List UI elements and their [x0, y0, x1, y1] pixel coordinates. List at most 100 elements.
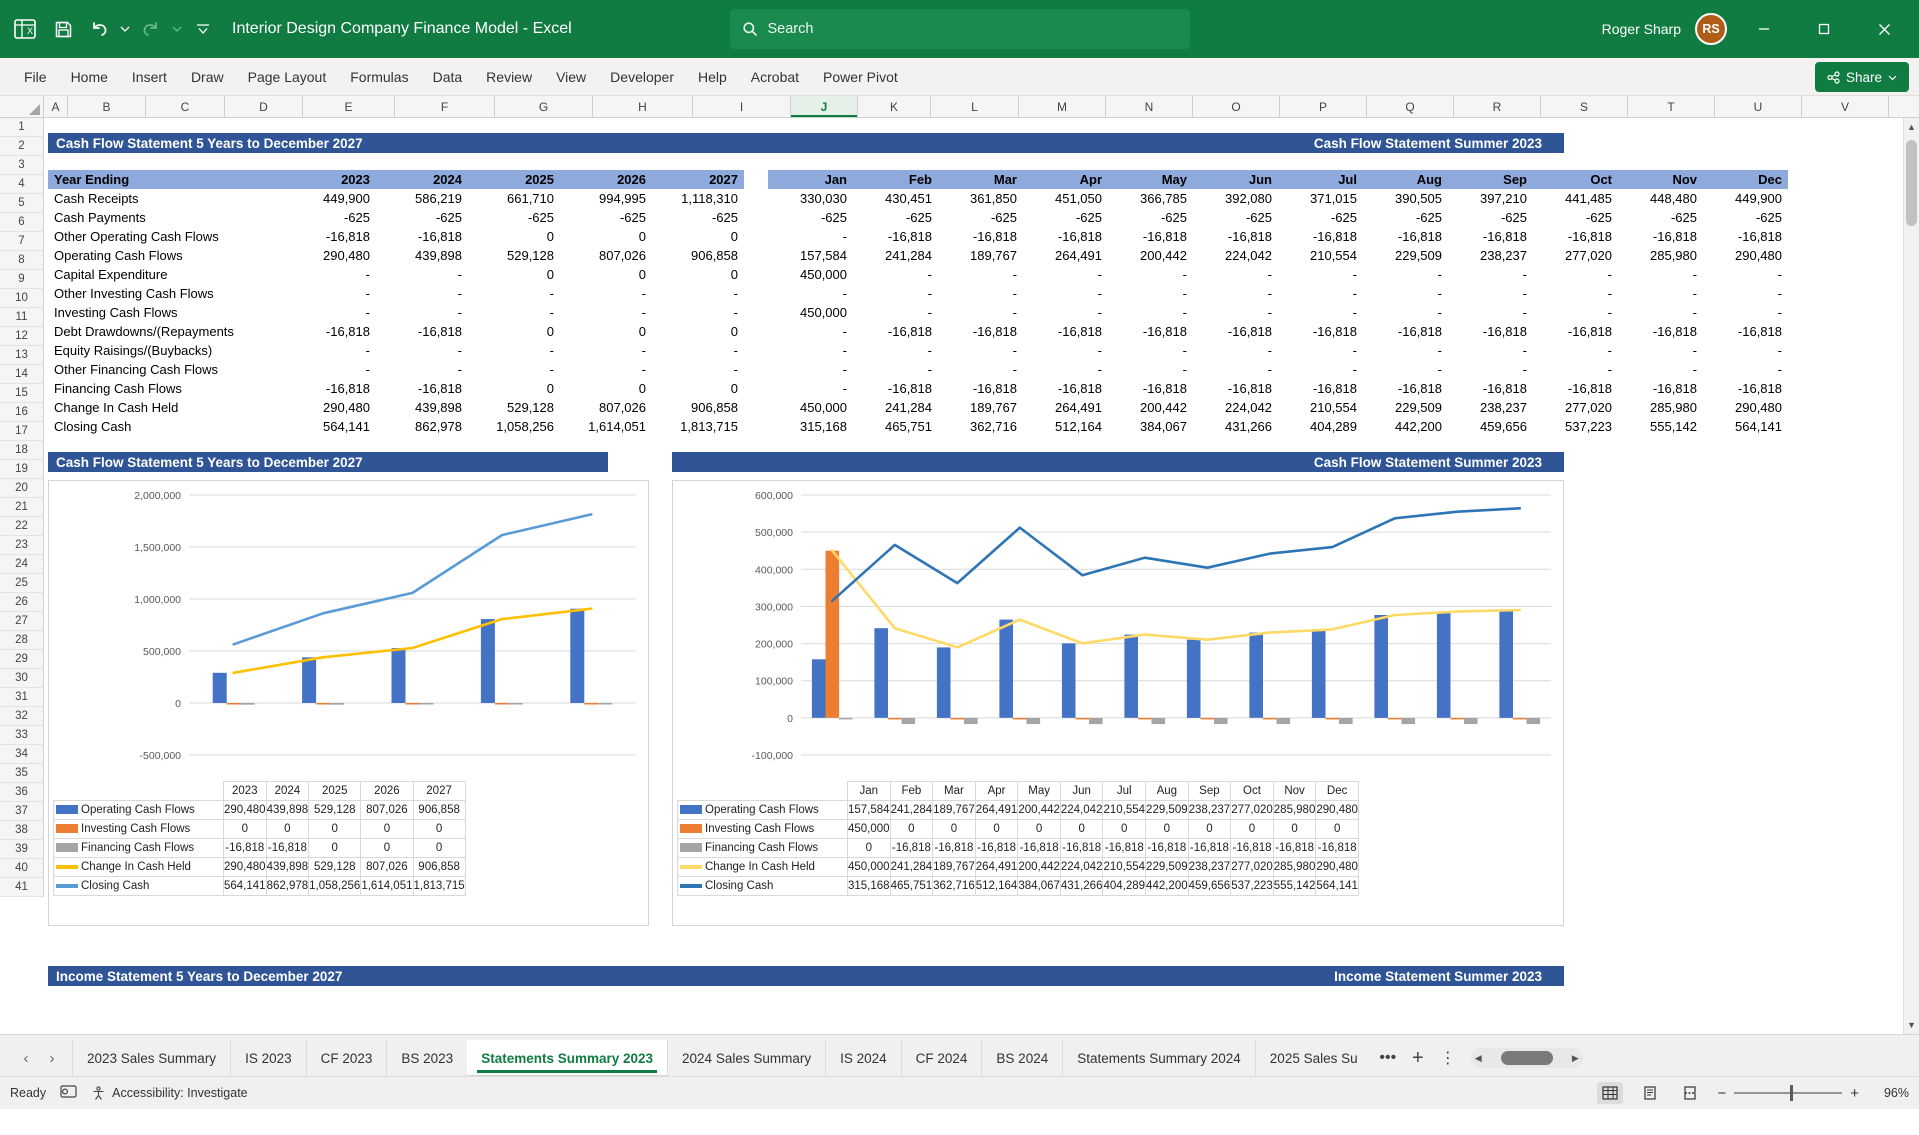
- zoom-percentage[interactable]: 96%: [1873, 1086, 1909, 1100]
- row-header-10[interactable]: 10: [0, 289, 43, 308]
- column-header-b[interactable]: B: [68, 96, 146, 117]
- record-macro-icon[interactable]: [60, 1084, 77, 1102]
- row-header-38[interactable]: 38: [0, 821, 43, 840]
- minimize-button[interactable]: [1741, 9, 1787, 49]
- row-header-1[interactable]: 1: [0, 118, 43, 137]
- save-icon[interactable]: [46, 12, 80, 46]
- column-header-n[interactable]: N: [1106, 96, 1193, 117]
- ribbon-tab-help[interactable]: Help: [686, 64, 739, 90]
- ribbon-tab-power-pivot[interactable]: Power Pivot: [811, 64, 910, 90]
- restore-button[interactable]: [1801, 9, 1847, 49]
- ribbon-tab-home[interactable]: Home: [59, 64, 120, 90]
- column-header-u[interactable]: U: [1715, 96, 1802, 117]
- sheet-tab-statements-summary-2023[interactable]: Statements Summary 2023: [467, 1040, 667, 1076]
- next-sheet-arrow[interactable]: ›: [40, 1046, 64, 1070]
- vertical-scroll-thumb[interactable]: [1906, 140, 1917, 226]
- column-header-c[interactable]: C: [146, 96, 225, 117]
- row-header-8[interactable]: 8: [0, 251, 43, 270]
- ribbon-tab-view[interactable]: View: [544, 64, 598, 90]
- row-header-22[interactable]: 22: [0, 517, 43, 536]
- row-header-15[interactable]: 15: [0, 384, 43, 403]
- ribbon-tab-insert[interactable]: Insert: [120, 64, 179, 90]
- column-header-g[interactable]: G: [495, 96, 593, 117]
- row-header-31[interactable]: 31: [0, 688, 43, 707]
- more-sheets-button[interactable]: •••: [1375, 1045, 1401, 1071]
- row-header-26[interactable]: 26: [0, 593, 43, 612]
- normal-view-button[interactable]: [1597, 1082, 1623, 1104]
- column-header-i[interactable]: I: [693, 96, 791, 117]
- sheet-tab-statements-summary-2024[interactable]: Statements Summary 2024: [1062, 1040, 1255, 1076]
- row-header-30[interactable]: 30: [0, 669, 43, 688]
- row-header-28[interactable]: 28: [0, 631, 43, 650]
- row-header-27[interactable]: 27: [0, 612, 43, 631]
- row-header-14[interactable]: 14: [0, 365, 43, 384]
- row-header-40[interactable]: 40: [0, 859, 43, 878]
- row-header-19[interactable]: 19: [0, 460, 43, 479]
- row-header-5[interactable]: 5: [0, 194, 43, 213]
- column-header-j[interactable]: J: [791, 96, 858, 117]
- ribbon-tab-formulas[interactable]: Formulas: [338, 64, 420, 90]
- horizontal-scrollbar[interactable]: ◀ ▶: [1471, 1048, 1583, 1068]
- row-header-16[interactable]: 16: [0, 403, 43, 422]
- column-header-a[interactable]: A: [44, 96, 68, 117]
- accessibility-status[interactable]: Accessibility: Investigate: [91, 1086, 247, 1101]
- sheet-tab-bs-2023[interactable]: BS 2023: [386, 1040, 467, 1076]
- chart-cashflow-5years[interactable]: -500,0000500,0001,000,0001,500,0002,000,…: [48, 480, 649, 926]
- column-header-o[interactable]: O: [1193, 96, 1280, 117]
- undo-icon[interactable]: [82, 12, 116, 46]
- row-header-9[interactable]: 9: [0, 270, 43, 289]
- row-header-25[interactable]: 25: [0, 574, 43, 593]
- hscroll-right-arrow[interactable]: ▶: [1572, 1053, 1579, 1064]
- column-header-e[interactable]: E: [303, 96, 395, 117]
- zoom-slider[interactable]: − +: [1717, 1085, 1859, 1102]
- row-header-24[interactable]: 24: [0, 555, 43, 574]
- row-header-21[interactable]: 21: [0, 498, 43, 517]
- row-header-36[interactable]: 36: [0, 783, 43, 802]
- scroll-up-arrow[interactable]: ▲: [1904, 118, 1919, 136]
- row-header-12[interactable]: 12: [0, 327, 43, 346]
- search-input[interactable]: Search: [730, 9, 1190, 49]
- sheet-tab-is-2023[interactable]: IS 2023: [230, 1040, 306, 1076]
- sheet-tab-2023-sales-summary[interactable]: 2023 Sales Summary: [72, 1040, 230, 1076]
- page-break-view-button[interactable]: [1677, 1082, 1703, 1104]
- column-header-s[interactable]: S: [1541, 96, 1628, 117]
- row-header-6[interactable]: 6: [0, 213, 43, 232]
- row-header-32[interactable]: 32: [0, 707, 43, 726]
- row-header-29[interactable]: 29: [0, 650, 43, 669]
- sheet-tab-cf-2024[interactable]: CF 2024: [901, 1040, 982, 1076]
- row-header-20[interactable]: 20: [0, 479, 43, 498]
- select-all-corner[interactable]: [0, 96, 44, 117]
- column-header-d[interactable]: D: [225, 96, 303, 117]
- zoom-out-button[interactable]: −: [1717, 1085, 1726, 1102]
- hscroll-left-arrow[interactable]: ◀: [1475, 1053, 1482, 1064]
- column-header-h[interactable]: H: [593, 96, 693, 117]
- row-header-2[interactable]: 2: [0, 137, 43, 156]
- column-header-p[interactable]: P: [1280, 96, 1367, 117]
- ribbon-tab-file[interactable]: File: [12, 64, 59, 90]
- zoom-knob[interactable]: [1790, 1085, 1793, 1101]
- row-header-3[interactable]: 3: [0, 156, 43, 175]
- row-header-39[interactable]: 39: [0, 840, 43, 859]
- horizontal-scroll-thumb[interactable]: [1501, 1051, 1553, 1065]
- sheet-tab-2024-sales-summary[interactable]: 2024 Sales Summary: [667, 1040, 825, 1076]
- row-header-33[interactable]: 33: [0, 726, 43, 745]
- row-header-23[interactable]: 23: [0, 536, 43, 555]
- column-header-q[interactable]: Q: [1367, 96, 1454, 117]
- column-header-r[interactable]: R: [1454, 96, 1541, 117]
- share-button[interactable]: Share: [1815, 62, 1909, 92]
- scroll-down-arrow[interactable]: ▼: [1904, 1016, 1919, 1034]
- column-header-k[interactable]: K: [858, 96, 931, 117]
- row-header-34[interactable]: 34: [0, 745, 43, 764]
- sheet-canvas[interactable]: Cash Flow Statement 5 Years to December …: [44, 118, 1903, 1034]
- column-header-f[interactable]: F: [395, 96, 495, 117]
- avatar[interactable]: RS: [1695, 13, 1727, 45]
- zoom-track[interactable]: [1734, 1092, 1842, 1094]
- column-header-v[interactable]: V: [1802, 96, 1889, 117]
- sheet-tab-cf-2023[interactable]: CF 2023: [306, 1040, 387, 1076]
- row-header-17[interactable]: 17: [0, 422, 43, 441]
- row-header-35[interactable]: 35: [0, 764, 43, 783]
- ribbon-tab-review[interactable]: Review: [474, 64, 544, 90]
- column-header-t[interactable]: T: [1628, 96, 1715, 117]
- ribbon-tab-draw[interactable]: Draw: [179, 64, 236, 90]
- sheet-tab-is-2024[interactable]: IS 2024: [825, 1040, 901, 1076]
